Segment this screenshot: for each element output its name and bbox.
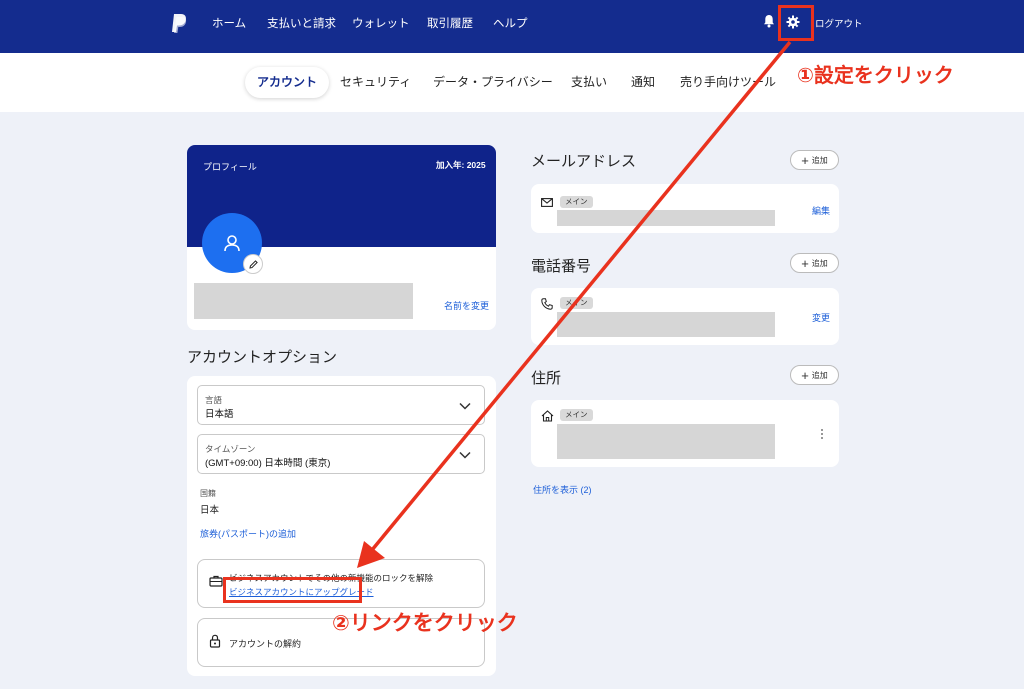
annotation-arrow — [357, 40, 792, 568]
annotation-step2: ②リンクをクリック — [332, 612, 518, 635]
annotation-step1: ①設定をクリック — [797, 65, 954, 87]
